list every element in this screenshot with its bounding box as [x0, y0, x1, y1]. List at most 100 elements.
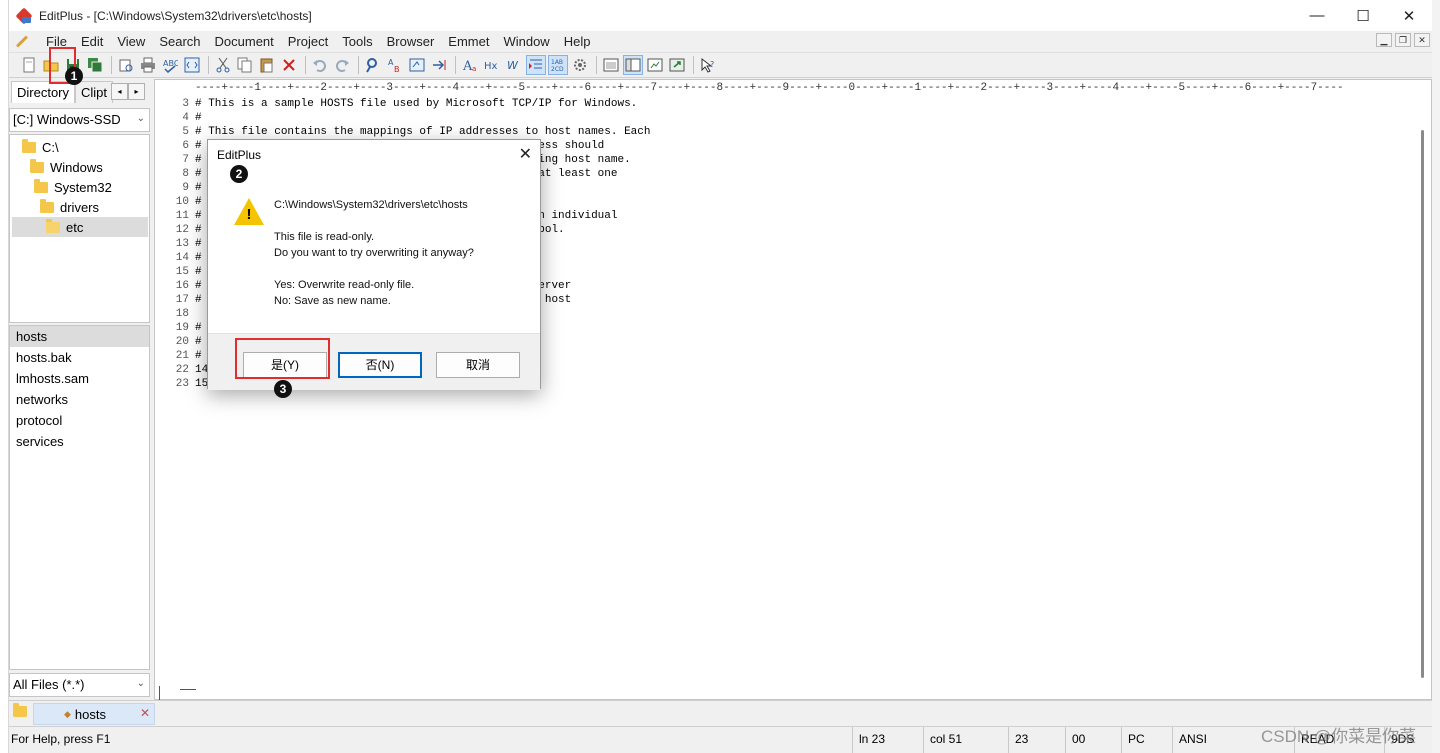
spell-check-icon[interactable]: ABC: [160, 55, 180, 75]
code-line[interactable]: #: [195, 251, 202, 265]
maximize-button[interactable]: ☐: [1340, 0, 1386, 31]
horizontal-scrollbar-start: [159, 686, 160, 700]
code-line[interactable]: #: [195, 111, 202, 125]
code-line[interactable]: # This file contains the mappings of IP …: [195, 125, 650, 139]
doc-tab-close-icon[interactable]: ✕: [140, 706, 150, 720]
dialog-file-path: C:\Windows\System32\drivers\etc\hosts: [274, 199, 468, 211]
code-line[interactable]: # This is a sample HOSTS file used by Mi…: [195, 97, 637, 111]
find-icon[interactable]: [363, 55, 383, 75]
menu-document[interactable]: Document: [208, 34, 281, 49]
dialog-message-readonly: This file is read-only.: [274, 231, 375, 243]
tree-item-drivers[interactable]: drivers: [40, 197, 148, 217]
close-button[interactable]: ✕: [1386, 0, 1432, 31]
directory-icon[interactable]: [667, 55, 687, 75]
menu-view[interactable]: View: [110, 34, 152, 49]
paste-icon[interactable]: [257, 55, 277, 75]
menu-emmet[interactable]: Emmet: [441, 34, 496, 49]
drive-select[interactable]: [C:] Windows-SSD ⌄: [9, 108, 150, 132]
tree-item-c-drive[interactable]: C:\: [22, 137, 148, 157]
tree-item-windows[interactable]: Windows: [30, 157, 148, 177]
folder-icon: [22, 138, 36, 153]
doc-minimize-button[interactable]: ▁: [1376, 33, 1392, 47]
list-item[interactable]: protocol: [10, 410, 149, 431]
horizontal-scrollbar-thumb[interactable]: [180, 689, 196, 690]
svg-text:Hx: Hx: [484, 61, 498, 72]
tab-scroll-right-button[interactable]: ▸: [128, 83, 145, 100]
new-file-icon[interactable]: [19, 55, 39, 75]
menu-help[interactable]: Help: [557, 34, 598, 49]
cancel-button[interactable]: 取消: [436, 352, 520, 378]
list-item[interactable]: services: [10, 431, 149, 452]
word-wrap-icon[interactable]: W: [504, 55, 524, 75]
tab-directory[interactable]: Directory: [11, 81, 76, 103]
menu-project[interactable]: Project: [281, 34, 335, 49]
undo-icon[interactable]: [310, 55, 330, 75]
editplus-app-icon: [16, 8, 32, 24]
step-1-badge: 1: [65, 67, 83, 85]
browser-icon[interactable]: [407, 55, 427, 75]
print-preview-icon[interactable]: [116, 55, 136, 75]
cut-icon[interactable]: [213, 55, 233, 75]
list-item[interactable]: hosts: [10, 326, 149, 347]
help-cursor-icon[interactable]: ?: [698, 55, 718, 75]
tree-item-label: System32: [54, 179, 112, 195]
menu-search[interactable]: Search: [152, 34, 207, 49]
vertical-scrollbar[interactable]: [1416, 94, 1429, 685]
dialog-yes-description: Yes: Overwrite read-only file.: [274, 279, 415, 291]
document-tab-bar: ◆ hosts ✕: [9, 700, 1432, 725]
yes-button-highlight: [235, 338, 330, 379]
code-line[interactable]: #: [195, 195, 202, 209]
doc-close-button[interactable]: ✕: [1414, 33, 1430, 47]
code-line[interactable]: #: [195, 349, 202, 363]
column-icon[interactable]: 1AB 2CD: [548, 55, 568, 75]
code-line[interactable]: #: [195, 265, 202, 279]
menu-bar: File Edit View Search Document Project T…: [9, 31, 1432, 51]
title-bar: EditPlus - [C:\Windows\System32\drivers\…: [9, 0, 1432, 31]
cliptext-icon[interactable]: [645, 55, 665, 75]
tab-scroll-left-button[interactable]: ◂: [111, 83, 128, 100]
list-item[interactable]: hosts.bak: [10, 347, 149, 368]
indent-icon[interactable]: [526, 55, 546, 75]
menu-browser[interactable]: Browser: [380, 34, 442, 49]
list-item[interactable]: lmhosts.sam: [10, 368, 149, 389]
save-all-icon[interactable]: [85, 55, 105, 75]
line-number: 6: [182, 140, 189, 152]
minimize-button[interactable]: —: [1294, 0, 1340, 31]
scrollbar-thumb[interactable]: [1421, 130, 1424, 678]
tree-item-etc[interactable]: etc: [12, 217, 148, 237]
menu-window[interactable]: Window: [496, 34, 556, 49]
folder-icon: [30, 158, 44, 173]
line-number: 8: [182, 168, 189, 180]
line-number: 17: [175, 294, 189, 306]
delete-icon[interactable]: [279, 55, 299, 75]
doc-tab-hosts[interactable]: ◆ hosts ✕: [33, 703, 155, 725]
code-line[interactable]: #: [195, 237, 202, 251]
tab-cliptext[interactable]: Clipt: [75, 81, 114, 103]
font-icon[interactable]: Aa: [460, 55, 480, 75]
print-icon[interactable]: [138, 55, 158, 75]
folder-icon[interactable]: [13, 703, 27, 717]
file-filter-select[interactable]: All Files (*.*) ⌄: [9, 673, 150, 697]
code-line[interactable]: #: [195, 335, 202, 349]
copy-icon[interactable]: [235, 55, 255, 75]
warning-exclamation: !: [246, 206, 252, 223]
menu-tools[interactable]: Tools: [335, 34, 379, 49]
tree-item-system32[interactable]: System32: [34, 177, 148, 197]
redo-icon[interactable]: [332, 55, 352, 75]
no-button[interactable]: 否(N): [338, 352, 422, 378]
settings-icon[interactable]: [570, 55, 590, 75]
doc-restore-button[interactable]: ❐: [1395, 33, 1411, 47]
hex-icon[interactable]: Hx: [482, 55, 502, 75]
line-number: 5: [182, 126, 189, 138]
goto-icon[interactable]: [429, 55, 449, 75]
menu-edit[interactable]: Edit: [74, 34, 110, 49]
output-window-icon[interactable]: [623, 55, 643, 75]
html-toolbar-icon[interactable]: [182, 55, 202, 75]
open-folder-icon: [46, 218, 60, 233]
list-item[interactable]: networks: [10, 389, 149, 410]
replace-icon[interactable]: AB: [385, 55, 405, 75]
dialog-close-button[interactable]: ✕: [519, 144, 532, 164]
toolbar-separator: [455, 56, 456, 74]
fullscreen-icon[interactable]: [601, 55, 621, 75]
code-line[interactable]: #: [195, 181, 202, 195]
